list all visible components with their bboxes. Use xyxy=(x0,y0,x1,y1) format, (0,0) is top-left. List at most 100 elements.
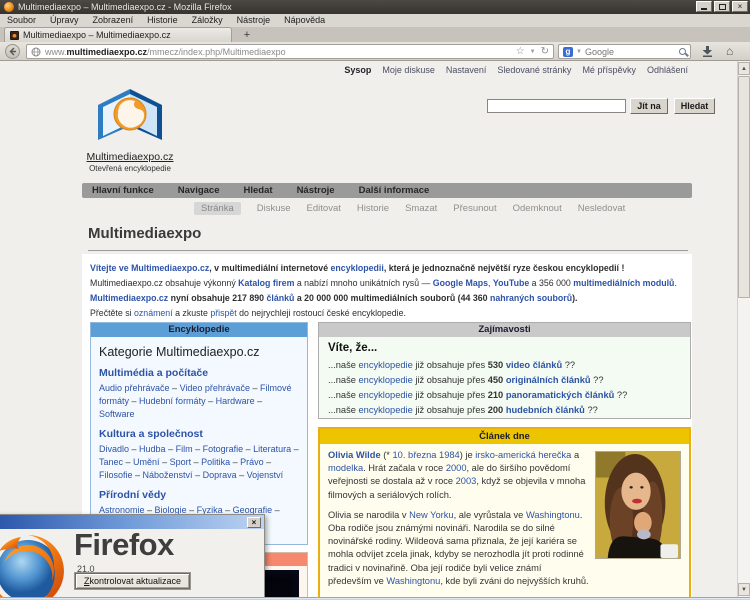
browser-window: Multimediaexpo – Multimediaexpo.cz - Moz… xyxy=(0,0,750,600)
fact-line: ...naše encyklopedie již obsahuje přes 2… xyxy=(328,403,681,418)
tab-stranka[interactable]: Stránka xyxy=(194,202,241,215)
url-bar[interactable]: www.multimediaexpo.cz/mmecz/index.php/Mu… xyxy=(26,44,554,59)
magnifier-icon[interactable] xyxy=(679,48,686,55)
dialog-close-icon[interactable]: × xyxy=(247,517,261,528)
dialog-app-name: Firefox xyxy=(74,527,174,563)
check-updates-button[interactable]: Zkontrolovat aktualizace xyxy=(75,573,190,589)
about-firefox-dialog: × Firefox 21.0 Zkontrolovat aktualizace … xyxy=(0,514,265,600)
page-title: Multimediaexpo xyxy=(88,225,201,242)
menu-zalozky[interactable]: Záložky xyxy=(185,14,230,27)
tab-editovat[interactable]: Editovat xyxy=(307,203,341,214)
browser-tab[interactable]: Multimediaexpo – Multimediaexpo.cz xyxy=(4,27,232,42)
nav-nastroje[interactable]: Nástroje xyxy=(297,185,335,196)
new-tab-button[interactable]: + xyxy=(238,29,256,42)
menu-upravy[interactable]: Úpravy xyxy=(43,14,86,27)
intro-line-3: Multimediaexpo.cz nyní obsahuje 217 890 … xyxy=(90,291,684,306)
navigation-toolbar: www.multimediaexpo.cz/mmecz/index.php/Mu… xyxy=(0,42,750,61)
nav-navigace[interactable]: Navigace xyxy=(178,185,220,196)
encyklopedie-box: Encyklopedie Kategorie Multimediaexpo.cz… xyxy=(90,322,308,545)
tab-historie[interactable]: Historie xyxy=(357,203,389,214)
download-arrow-icon xyxy=(702,45,713,57)
tab-favicon xyxy=(10,31,19,40)
clanek-dne-header: Článek dne xyxy=(320,429,689,444)
personal-link-prispevky[interactable]: Mé příspěvky xyxy=(582,65,636,75)
browser-search-input[interactable] xyxy=(585,47,676,57)
home-button[interactable]: ⌂ xyxy=(726,45,733,58)
titlebar: Multimediaexpo – Multimediaexpo.cz - Moz… xyxy=(0,0,750,14)
zajimavosti-box: Zajímavosti Víte, že... ...naše encyklop… xyxy=(318,322,691,419)
menu-napoveda[interactable]: Nápověda xyxy=(277,14,332,27)
category-multimedia[interactable]: Multimédia a počítače xyxy=(99,367,299,379)
scroll-up-icon[interactable]: ▲ xyxy=(738,62,750,75)
window-title: Multimediaexpo – Multimediaexpo.cz - Moz… xyxy=(18,0,232,14)
clanek-dne-box: Článek dne Olivia Wilde xyxy=(318,427,691,600)
minimize-button[interactable] xyxy=(696,1,712,12)
search-button[interactable]: Hledat xyxy=(674,98,715,114)
site-identity-globe-icon xyxy=(31,47,41,57)
personal-link-nastaveni[interactable]: Nastavení xyxy=(446,65,487,75)
engine-dropdown-icon[interactable]: ▼ xyxy=(576,47,582,57)
page-action-tabs: Stránka Diskuse Editovat Historie Smazat… xyxy=(82,202,692,215)
google-engine-icon[interactable]: g xyxy=(563,47,573,57)
browser-search-box[interactable]: g ▼ xyxy=(558,44,691,59)
url-text: www.multimediaexpo.cz/mmecz/index.php/Mu… xyxy=(45,47,511,57)
close-button[interactable]: × xyxy=(732,1,748,12)
scroll-down-icon[interactable]: ▼ xyxy=(738,583,750,596)
fact-line: ...naše encyklopedie již obsahuje přes 5… xyxy=(328,358,681,373)
go-button[interactable]: Jít na xyxy=(630,98,668,114)
site-logo-title[interactable]: Multimediaexpo.cz xyxy=(85,151,175,163)
scrollbar-thumb[interactable] xyxy=(738,76,750,298)
vite-ze-heading: Víte, že... xyxy=(328,342,681,354)
category-kultura[interactable]: Kultura a společnost xyxy=(99,428,299,440)
personal-links: Sysop Moje diskuse Nastavení Sledované s… xyxy=(344,65,688,75)
category-links[interactable]: Audio přehrávače – Video přehrávače – Fi… xyxy=(99,382,299,421)
menu-nastroje[interactable]: Nástroje xyxy=(230,14,278,27)
encyklopedie-header: Encyklopedie xyxy=(91,323,307,337)
downloads-button[interactable] xyxy=(702,45,713,60)
wiki-search-input[interactable] xyxy=(487,99,626,113)
fact-line: ...naše encyklopedie již obsahuje přes 4… xyxy=(328,373,681,388)
reload-icon[interactable]: ↻ xyxy=(541,47,549,57)
olivia-wilde-photo[interactable] xyxy=(595,451,681,559)
fact-line: ...naše encyklopedie již obsahuje přes 2… xyxy=(328,388,681,403)
tab-presunout[interactable]: Přesunout xyxy=(453,203,496,214)
nav-dalsi-informace[interactable]: Další informace xyxy=(359,185,430,196)
tab-odemknout[interactable]: Odemknout xyxy=(513,203,562,214)
personal-link-sysop[interactable]: Sysop xyxy=(344,65,371,75)
personal-link-odhlaseni[interactable]: Odhlášení xyxy=(647,65,688,75)
tab-bar: Multimediaexpo – Multimediaexpo.cz + xyxy=(0,27,750,42)
nav-hledat[interactable]: Hledat xyxy=(244,185,273,196)
bookmark-star-icon[interactable]: ☆ xyxy=(516,47,525,57)
categories-heading: Kategorie Multimediaexpo.cz xyxy=(99,345,299,359)
url-dropdown-icon[interactable]: ▼ xyxy=(530,47,536,57)
category-links[interactable]: Divadlo – Hudba – Film – Fotografie – Li… xyxy=(99,443,299,482)
intro-line-4: Přečtěte si oznámení a zkuste přispět do… xyxy=(90,306,684,321)
wiki-nav-strip: Hlavní funkce Navigace Hledat Nástroje D… xyxy=(82,183,692,198)
site-logo[interactable]: Multimediaexpo.cz Otevřená encyklopedie xyxy=(85,88,175,173)
menu-bar: Soubor Úpravy Zobrazení Historie Záložky… xyxy=(0,14,750,27)
personal-link-sledovane[interactable]: Sledované stránky xyxy=(497,65,571,75)
personal-link-moje-diskuse[interactable]: Moje diskuse xyxy=(382,65,435,75)
tab-smazat[interactable]: Smazat xyxy=(405,203,437,214)
firefox-app-icon xyxy=(4,2,14,12)
title-rule xyxy=(88,250,688,251)
intro-block: Vítejte ve Multimediaexpo.cz, v multimed… xyxy=(82,254,692,321)
back-arrow-icon xyxy=(8,47,17,56)
vertical-scrollbar[interactable]: ▲ ▼ xyxy=(737,61,750,600)
intro-line-1: Vítejte ve Multimediaexpo.cz, v multimed… xyxy=(90,261,684,276)
restore-button[interactable] xyxy=(714,1,730,12)
nav-hlavni-funkce[interactable]: Hlavní funkce xyxy=(92,185,154,196)
tab-diskuse[interactable]: Diskuse xyxy=(257,203,291,214)
back-button[interactable] xyxy=(5,44,20,59)
tab-title: Multimediaexpo – Multimediaexpo.cz xyxy=(23,30,171,40)
zajimavosti-header: Zajímavosti xyxy=(319,323,690,337)
intro-line-2: Multimediaexpo.cz obsahuje výkonný Katal… xyxy=(90,276,684,291)
site-logo-subtitle: Otevřená encyklopedie xyxy=(85,164,175,173)
site-logo-icon xyxy=(95,88,165,144)
menu-zobrazeni[interactable]: Zobrazení xyxy=(86,14,141,27)
category-prirodni-vedy[interactable]: Přírodní vědy xyxy=(99,489,299,501)
firefox-logo xyxy=(0,532,67,600)
menu-soubor[interactable]: Soubor xyxy=(0,14,43,27)
menu-historie[interactable]: Historie xyxy=(140,14,185,27)
tab-nesledovat[interactable]: Nesledovat xyxy=(578,203,626,214)
